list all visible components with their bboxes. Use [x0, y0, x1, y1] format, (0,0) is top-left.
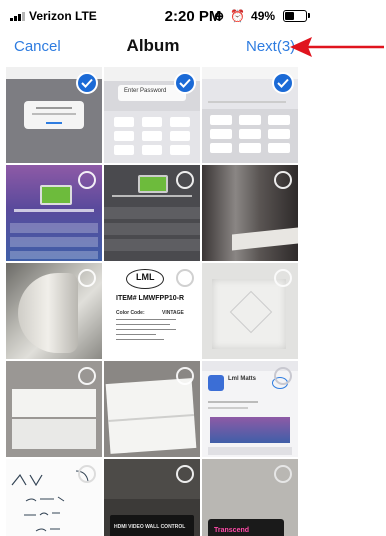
select-circle-icon[interactable]: [78, 171, 96, 189]
orientation-lock-icon: ⊕: [214, 9, 225, 23]
battery-fill: [285, 12, 295, 20]
item-number-label: ITEM# LMWFPP10-R: [116, 295, 185, 302]
carrier-label: Verizon LTE: [29, 9, 97, 23]
password-dialog-title: Enter Password: [124, 88, 167, 94]
photo-thumbnail[interactable]: [6, 459, 102, 536]
photo-thumbnail[interactable]: Enter Password: [104, 67, 200, 163]
select-circle-icon[interactable]: [274, 367, 292, 385]
photo-thumbnail[interactable]: [202, 165, 298, 261]
photo-thumbnail[interactable]: [6, 67, 102, 163]
select-circle-icon[interactable]: [274, 171, 292, 189]
photo-thumbnail[interactable]: HDMI VIDEO WALL CONTROL: [104, 459, 200, 536]
select-circle-icon[interactable]: [274, 465, 292, 483]
alarm-icon: ⏰: [230, 9, 246, 23]
select-circle-icon[interactable]: [78, 465, 96, 483]
select-circle-icon[interactable]: [176, 269, 194, 287]
battery-icon: [283, 10, 311, 22]
status-right-group: ⊕ ⏰ 49%: [214, 9, 311, 23]
photo-thumbnail[interactable]: [6, 165, 102, 261]
select-circle-icon[interactable]: [176, 465, 194, 483]
photo-thumbnail[interactable]: [6, 361, 102, 457]
photo-thumbnail[interactable]: [104, 361, 200, 457]
product-box-label: HDMI VIDEO WALL CONTROL: [114, 524, 186, 530]
select-circle-icon[interactable]: [176, 171, 194, 189]
color-code-value: VINTAGE: [162, 310, 184, 316]
color-code-label: Color Code:: [116, 310, 145, 316]
transcend-brand-label: Transcend: [214, 527, 250, 534]
photo-thumbnail[interactable]: [104, 165, 200, 261]
select-circle-icon[interactable]: [78, 367, 96, 385]
photo-thumbnail[interactable]: LML ITEM# LMWFPP10-R Color Code: VINTAGE: [104, 263, 200, 359]
app-name-label: Lml Matts: [228, 376, 257, 382]
photo-thumbnail[interactable]: Lml Matts: [202, 361, 298, 457]
select-circle-icon[interactable]: [176, 367, 194, 385]
signal-strength-icon: [10, 11, 25, 21]
selected-checkmark-icon[interactable]: [174, 72, 196, 94]
annotation-arrow-icon: [290, 37, 384, 57]
selected-checkmark-icon[interactable]: [76, 72, 98, 94]
cancel-button[interactable]: Cancel: [14, 38, 61, 55]
carrier-group: Verizon LTE: [10, 9, 97, 23]
photo-thumbnail[interactable]: [6, 263, 102, 359]
select-circle-icon[interactable]: [78, 269, 96, 287]
lml-logo-text: LML: [136, 272, 155, 282]
battery-percent: 49%: [251, 9, 276, 23]
status-bar: Verizon LTE 2:20 PM ⊕ ⏰ 49%: [0, 0, 386, 34]
select-circle-icon[interactable]: [274, 269, 292, 287]
selected-checkmark-icon[interactable]: [272, 72, 294, 94]
photo-thumbnail[interactable]: Transcend: [202, 459, 298, 536]
photo-thumbnail[interactable]: [202, 263, 298, 359]
photo-thumbnail[interactable]: [202, 67, 298, 163]
photo-grid: Enter Password LML ITEM# LMWFPP10-R Colo…: [6, 67, 299, 536]
